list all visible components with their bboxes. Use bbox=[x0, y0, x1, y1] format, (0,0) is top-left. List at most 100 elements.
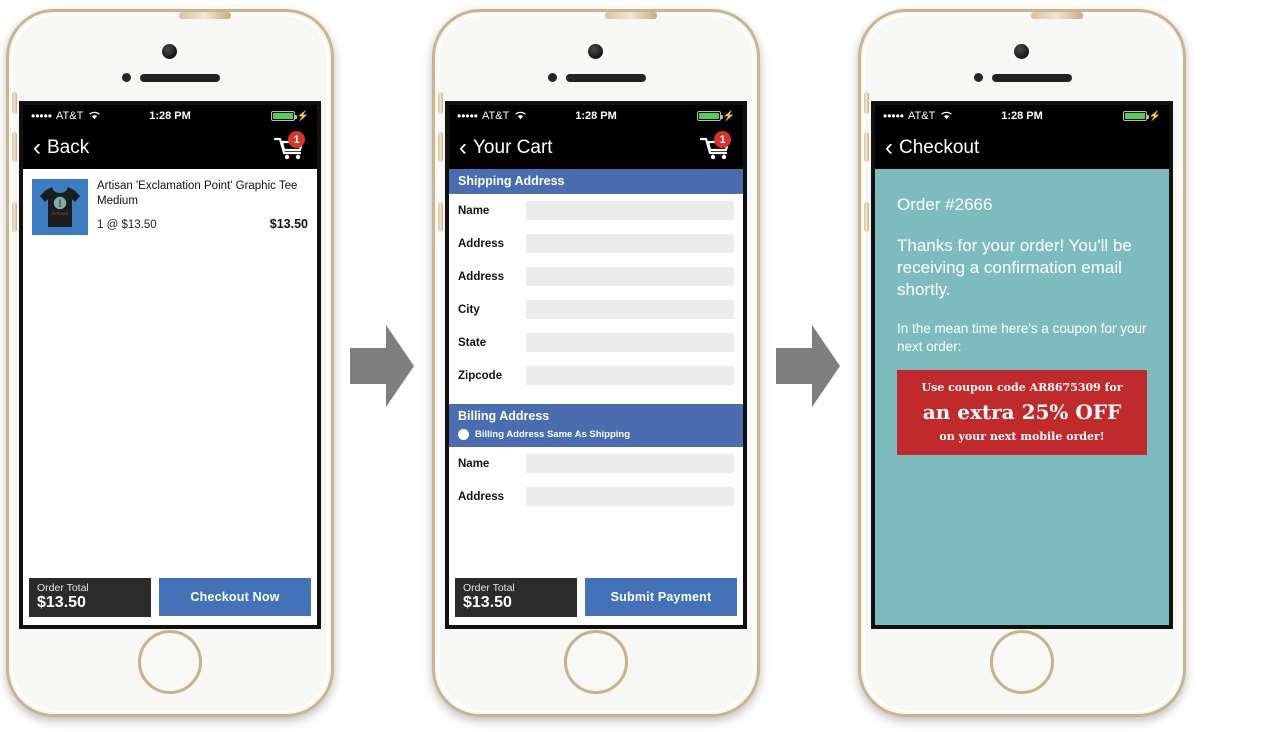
mute-switch[interactable] bbox=[438, 92, 443, 114]
billing-name-input[interactable] bbox=[526, 454, 734, 473]
nav-bar-3: ‹ Checkout bbox=[875, 127, 1169, 169]
radio-button-icon[interactable] bbox=[458, 429, 469, 440]
field-billing-address[interactable]: Address bbox=[449, 480, 743, 513]
coupon-discount-line: an extra 25% OFF bbox=[922, 399, 1122, 424]
volume-up-button[interactable] bbox=[864, 132, 869, 162]
flow-diagram: ••••• AT&T 1:28 PM ⚡ ‹ Back 1 Artisan Ar… bbox=[0, 0, 1263, 732]
coupon-terms-line: on your next mobile order! bbox=[939, 429, 1105, 443]
mute-switch[interactable] bbox=[864, 92, 869, 114]
thanks-message: Thanks for your order! You'll be receivi… bbox=[897, 236, 1132, 299]
status-bar: ••••• AT&T 1:28 PM ⚡ bbox=[23, 105, 317, 127]
status-bar: ••••• AT&T 1:28 PM ⚡ bbox=[449, 105, 743, 127]
shipping-zipcode-input[interactable] bbox=[526, 366, 734, 385]
shipping-city-input[interactable] bbox=[526, 300, 734, 319]
phone-screen-2: ••••• AT&T 1:28 PM ⚡ ‹ Your Cart 1 Shipp… bbox=[426, 5, 766, 727]
billing-address-input[interactable] bbox=[526, 487, 734, 506]
home-button[interactable] bbox=[138, 630, 202, 694]
power-button[interactable] bbox=[605, 12, 657, 19]
front-camera-icon bbox=[1014, 44, 1029, 59]
power-button[interactable] bbox=[1031, 12, 1083, 19]
cart-badge-count: 1 bbox=[714, 131, 731, 148]
field-label: Address bbox=[458, 270, 505, 283]
battery-icon bbox=[1122, 111, 1149, 121]
checkout-now-button[interactable]: Checkout Now bbox=[159, 578, 311, 617]
field-label: Zipcode bbox=[458, 369, 503, 382]
shipping-address-heading: Shipping Address bbox=[449, 169, 743, 194]
nav-bar-1: ‹ Back 1 bbox=[23, 127, 317, 169]
nav-title-back[interactable]: Back bbox=[47, 137, 89, 159]
field-label: Address bbox=[458, 237, 505, 250]
field-label: Name bbox=[458, 204, 490, 217]
field-label: City bbox=[458, 303, 480, 316]
mute-switch[interactable] bbox=[12, 92, 17, 114]
phone-screen-3: ••••• AT&T 1:28 PM ⚡ ‹ Checkout Order #2… bbox=[852, 5, 1192, 727]
power-button[interactable] bbox=[179, 12, 231, 19]
order-total-value: $13.50 bbox=[37, 593, 86, 611]
nav-bar-2: ‹ Your Cart 1 bbox=[449, 127, 743, 169]
order-total-label: Order Total bbox=[463, 581, 515, 594]
field-shipping-zipcode[interactable]: Zipcode bbox=[449, 359, 743, 392]
cart-badge-count: 1 bbox=[288, 131, 305, 148]
product-line-total: $13.50 bbox=[269, 217, 308, 232]
billing-same-label: Billing Address Same As Shipping bbox=[475, 429, 631, 440]
volume-up-button[interactable] bbox=[438, 132, 443, 162]
earpiece-speaker-icon bbox=[992, 74, 1072, 82]
back-chevron-icon[interactable]: ‹ bbox=[459, 136, 467, 160]
field-label: State bbox=[458, 336, 487, 349]
product-price-row: 1 @ $13.50 $13.50 bbox=[97, 217, 308, 231]
coupon-intro-text: In the mean time here's a coupon for you… bbox=[897, 321, 1147, 354]
home-button[interactable] bbox=[564, 630, 628, 694]
field-shipping-name[interactable]: Name bbox=[449, 194, 743, 227]
cart-line-item[interactable]: Artisan Artisan 'Exclamation Point' Grap… bbox=[23, 169, 317, 247]
shipping-address1-input[interactable] bbox=[526, 234, 734, 253]
field-shipping-address1[interactable]: Address bbox=[449, 227, 743, 260]
field-billing-name[interactable]: Name bbox=[449, 447, 743, 480]
home-button[interactable] bbox=[990, 630, 1054, 694]
front-camera-icon bbox=[162, 44, 177, 59]
cart-button[interactable]: 1 bbox=[273, 131, 307, 163]
section-gap bbox=[449, 392, 743, 404]
battery-icon bbox=[696, 111, 723, 121]
screen-viewport-2: ••••• AT&T 1:28 PM ⚡ ‹ Your Cart 1 Shipp… bbox=[445, 101, 747, 629]
shipping-name-input[interactable] bbox=[526, 201, 734, 220]
svg-text:Artisan: Artisan bbox=[51, 211, 69, 217]
nav-title-your-cart[interactable]: Your Cart bbox=[473, 137, 553, 159]
footer-bar-1: Order Total $13.50 Checkout Now bbox=[23, 571, 317, 625]
product-quantity-price: 1 @ $13.50 bbox=[97, 219, 157, 232]
shipping-address2-input[interactable] bbox=[526, 267, 734, 286]
order-total-box: Order Total $13.50 bbox=[29, 577, 151, 617]
volume-down-button[interactable] bbox=[438, 202, 443, 232]
submit-payment-button[interactable]: Submit Payment bbox=[585, 578, 737, 617]
nav-title-checkout[interactable]: Checkout bbox=[899, 137, 979, 159]
billing-address-heading: Billing Address bbox=[449, 404, 743, 429]
shipping-state-input[interactable] bbox=[526, 333, 734, 352]
t-shirt-graphic-icon: Artisan bbox=[40, 187, 80, 227]
order-total-value: $13.50 bbox=[463, 593, 512, 611]
volume-up-button[interactable] bbox=[12, 132, 17, 162]
volume-down-button[interactable] bbox=[12, 202, 17, 232]
flow-arrow-1 bbox=[350, 321, 416, 411]
phone-screen-1: ••••• AT&T 1:28 PM ⚡ ‹ Back 1 Artisan Ar… bbox=[0, 5, 340, 727]
cart-button[interactable]: 1 bbox=[699, 131, 733, 163]
volume-down-button[interactable] bbox=[864, 202, 869, 232]
proximity-sensor-icon bbox=[548, 73, 557, 82]
earpiece-speaker-icon bbox=[566, 74, 646, 82]
order-confirmation-panel: Order #2666 Thanks for your order! You'l… bbox=[875, 169, 1169, 625]
field-shipping-address2[interactable]: Address bbox=[449, 260, 743, 293]
earpiece-speaker-icon bbox=[140, 74, 220, 82]
screen-viewport-3: ••••• AT&T 1:28 PM ⚡ ‹ Checkout Order #2… bbox=[871, 101, 1173, 629]
address-form: Shipping Address Name Address Address Ci… bbox=[449, 169, 743, 572]
coupon-banner[interactable]: Use coupon code AR8675309 for an extra 2… bbox=[897, 370, 1147, 455]
back-chevron-icon[interactable]: ‹ bbox=[33, 136, 41, 160]
order-total-label: Order Total bbox=[37, 581, 89, 594]
field-shipping-state[interactable]: State bbox=[449, 326, 743, 359]
billing-same-as-shipping-option[interactable]: Billing Address Same As Shipping bbox=[449, 429, 743, 447]
front-camera-icon bbox=[588, 44, 603, 59]
order-number: Order #2666 bbox=[897, 195, 993, 214]
back-chevron-icon[interactable]: ‹ bbox=[885, 136, 893, 160]
cart-content: Artisan Artisan 'Exclamation Point' Grap… bbox=[23, 169, 317, 625]
field-shipping-city[interactable]: City bbox=[449, 293, 743, 326]
order-total-box: Order Total $13.50 bbox=[455, 577, 577, 617]
battery-icon bbox=[270, 111, 297, 121]
content-spacer bbox=[23, 247, 317, 572]
